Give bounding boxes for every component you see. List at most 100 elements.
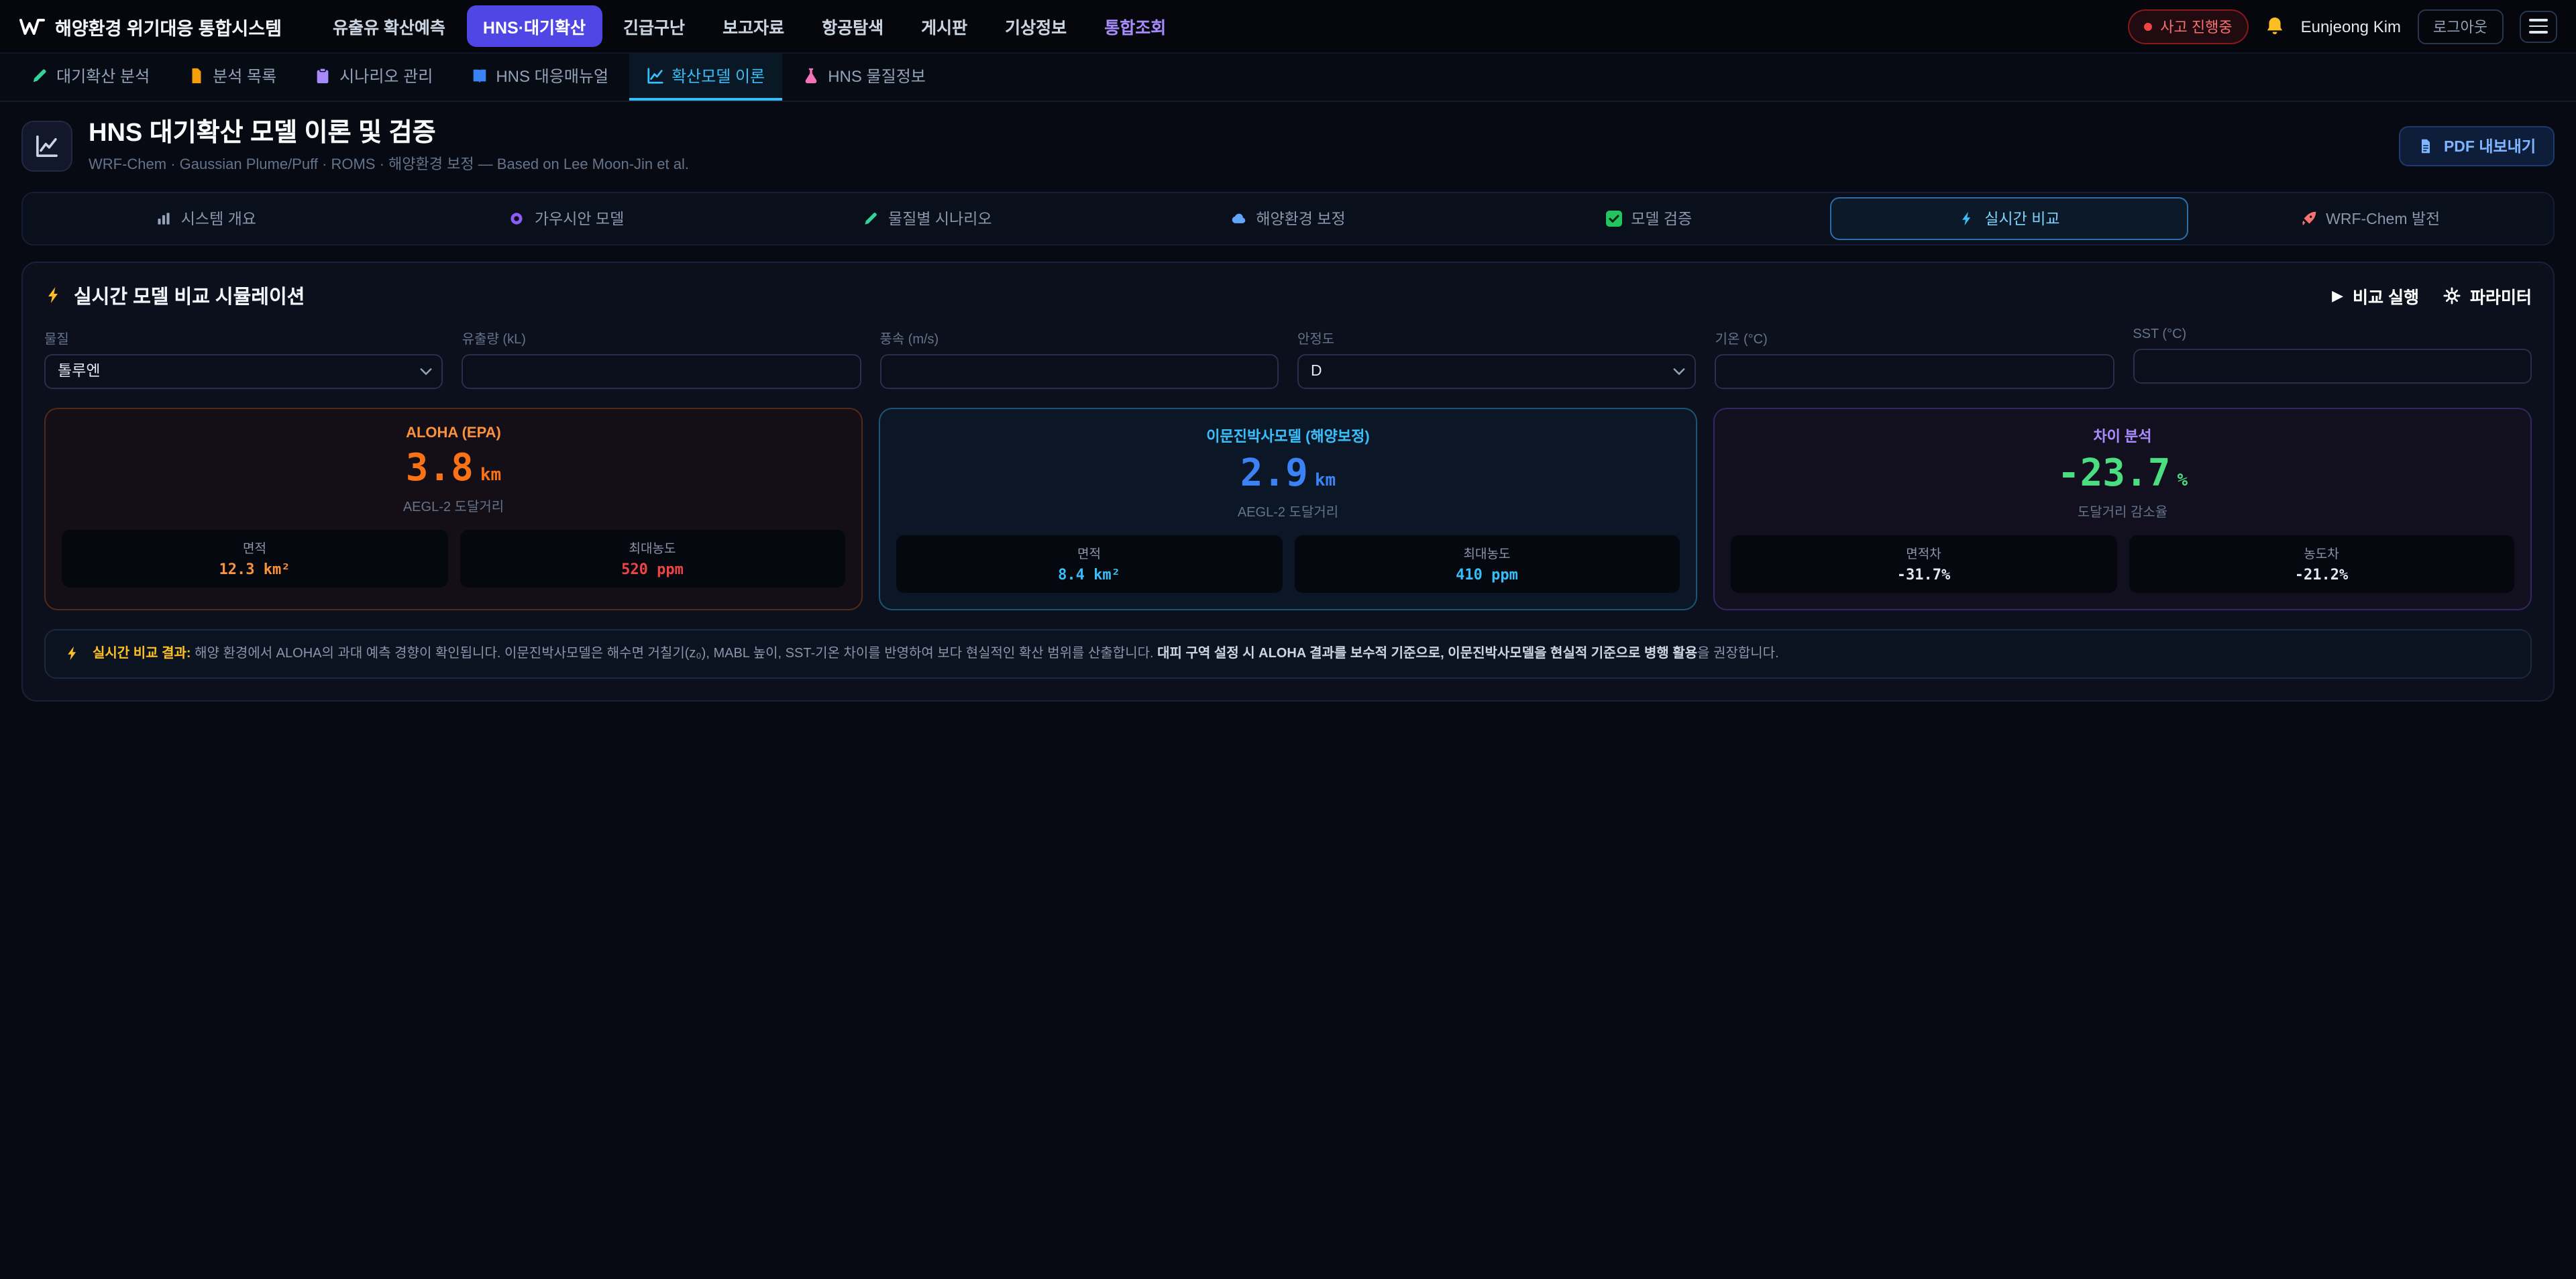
subtab-label: 분석 목록 [213, 64, 276, 87]
nav-item-board[interactable]: 게시판 [905, 5, 983, 47]
field-label: 풍속 (m/s) [879, 327, 1279, 347]
card-unit: % [2177, 471, 2188, 491]
subtab-label: HNS 대응매뉴얼 [496, 64, 608, 87]
field-label: 유출량 (kL) [462, 327, 861, 347]
nav-item-integrated-search[interactable]: 통합조회 [1088, 5, 1182, 47]
run-comparison-button[interactable]: ▶ 비교 실행 [2332, 283, 2419, 309]
tab-realtime-comparison[interactable]: 실시간 비교 [1831, 197, 2189, 240]
sst-input[interactable] [2133, 349, 2532, 384]
page-header: HNS 대기확산 모델 이론 및 검증 WRF-Chem · Gaussian … [0, 102, 2576, 189]
field-substance: 물질 톨루엔 [44, 327, 443, 389]
pdf-file-icon [2418, 139, 2434, 155]
status-dot-icon [2144, 22, 2152, 30]
stability-select[interactable]: D [1297, 354, 1697, 389]
chart-icon [35, 135, 59, 159]
notifications-bell-icon[interactable] [2265, 16, 2285, 36]
document-icon [187, 67, 205, 85]
card-lee-model: 이문진박사모델 (해양보정) 2.9km AEGL-2 도달거리 면적 8.4 … [879, 408, 1697, 610]
logout-button[interactable]: 로그아웃 [2417, 9, 2504, 44]
app-root: 해양환경 위기대응 통합시스템 유출유 확산예측 HNS·대기확산 긴급구난 보… [0, 0, 2576, 1279]
subtab-diffusion-model-theory[interactable]: 확산모델 이론 [629, 54, 782, 101]
card-metrics: 면적 12.3 km² 최대농도 520 ppm [62, 529, 845, 587]
tab-wrf-chem-development[interactable]: WRF-Chem 발전 [2191, 197, 2549, 240]
circle-icon [509, 211, 525, 227]
card-title: 차이 분석 [1731, 425, 2514, 447]
main-nav: 유출유 확산예측 HNS·대기확산 긴급구난 보고자료 항공탐색 게시판 기상정… [317, 5, 1182, 47]
tab-label: 물질별 시나리오 [888, 208, 992, 229]
parameters-label: 파라미터 [2470, 283, 2532, 309]
lightning-bolt-icon [44, 286, 63, 305]
subtab-atmospheric-analysis[interactable]: 대기확산 분석 [13, 54, 167, 101]
tab-marine-environment-correction[interactable]: 해양환경 보정 [1109, 197, 1467, 240]
nav-item-reports[interactable]: 보고자료 [706, 5, 800, 47]
top-navbar: 해양환경 위기대응 통합시스템 유출유 확산예측 HNS·대기확산 긴급구난 보… [0, 0, 2576, 54]
panel-actions: ▶ 비교 실행 파라미터 [2332, 283, 2532, 309]
rocket-icon [2300, 211, 2316, 227]
tab-system-overview[interactable]: 시스템 개요 [27, 197, 385, 240]
pencil-icon [863, 211, 879, 227]
nav-item-weather-info[interactable]: 기상정보 [989, 5, 1083, 47]
metric-value: 410 ppm [1299, 565, 1674, 583]
field-stability: 안정도 D [1297, 327, 1697, 389]
tab-label: 모델 검증 [1631, 208, 1692, 229]
section-tab-bar: 시스템 개요 가우시안 모델 물질별 시나리오 해양환경 보정 모델 검증 실시… [21, 192, 2555, 245]
spill-volume-input[interactable] [462, 354, 861, 389]
field-wind-speed: 풍속 (m/s) [879, 327, 1279, 389]
nav-item-aerial-search[interactable]: 항공탐색 [806, 5, 900, 47]
metric-max-concentration: 최대농도 410 ppm [1294, 535, 1680, 592]
metric-value: 8.4 km² [902, 565, 1277, 583]
subtab-analysis-list[interactable]: 분석 목록 [170, 54, 294, 101]
wind-speed-input[interactable] [879, 354, 1279, 389]
air-temperature-input[interactable] [1715, 354, 2114, 389]
tab-model-validation[interactable]: 모델 검증 [1470, 197, 1828, 240]
field-label: 물질 [44, 327, 443, 347]
nav-item-oil-spill[interactable]: 유출유 확산예측 [317, 5, 462, 47]
tab-substance-scenarios[interactable]: 물질별 시나리오 [748, 197, 1106, 240]
flask-icon [802, 67, 820, 85]
note-tail: 을 권장합니다. [1697, 646, 1779, 661]
user-name: Eunjeong Kim [2301, 17, 2401, 36]
card-title: ALOHA (EPA) [62, 425, 845, 441]
subtab-hns-manual[interactable]: HNS 대응매뉴얼 [453, 54, 626, 101]
field-label: SST (°C) [2133, 327, 2532, 342]
metric-area: 면적 8.4 km² [896, 535, 1282, 592]
panel-title-text: 실시간 모델 비교 시뮬레이션 [74, 282, 305, 310]
check-square-icon [1605, 211, 1621, 227]
card-caption: AEGL-2 도달거리 [896, 500, 1680, 520]
sub-navbar: 대기확산 분석 분석 목록 시나리오 관리 HNS 대응매뉴얼 확산모델 이론 … [0, 54, 2576, 102]
pencil-icon [31, 67, 48, 85]
parameters-button[interactable]: 파라미터 [2443, 283, 2532, 309]
card-value: -23.7% [1731, 453, 2514, 495]
bar-chart-icon [156, 211, 172, 227]
menu-button[interactable] [2520, 10, 2557, 42]
nav-item-emergency-rescue[interactable]: 긴급구난 [607, 5, 701, 47]
metric-label: 면적 [902, 543, 1277, 561]
tab-label: 시스템 개요 [181, 208, 256, 229]
subtab-hns-substance-info[interactable]: HNS 물질정보 [785, 54, 943, 101]
card-metrics: 면적차 -31.7% 농도차 -21.2% [1731, 535, 2514, 592]
card-unit: km [1315, 471, 1336, 491]
tab-gaussian-model[interactable]: 가우시안 모델 [388, 197, 746, 240]
metric-label: 농도차 [2134, 543, 2509, 561]
subtab-label: 시나리오 관리 [339, 64, 433, 87]
subtab-label: 확산모델 이론 [672, 64, 765, 87]
card-unit: km [480, 465, 501, 486]
metric-value: 520 ppm [465, 560, 840, 577]
page-header-text: HNS 대기확산 모델 이론 및 검증 WRF-Chem · Gaussian … [89, 119, 689, 174]
metric-area: 면적 12.3 km² [62, 529, 447, 587]
gear-icon [2443, 287, 2461, 304]
field-label: 안정도 [1297, 327, 1697, 347]
metric-value: 12.3 km² [67, 560, 442, 577]
substance-select[interactable]: 톨루엔 [44, 354, 443, 389]
lightning-bolt-icon [1959, 211, 1975, 227]
tab-label: 실시간 비교 [1984, 208, 2059, 229]
tab-label: 해양환경 보정 [1256, 208, 1345, 229]
logo[interactable]: 해양환경 위기대응 통합시스템 [19, 13, 282, 40]
metric-max-concentration: 최대농도 520 ppm [460, 529, 845, 587]
realtime-comparison-panel: 실시간 모델 비교 시뮬레이션 ▶ 비교 실행 파라미터 물질 톨루엔 [21, 262, 2555, 702]
page-subtitle: WRF-Chem · Gaussian Plume/Puff · ROMS · … [89, 153, 689, 174]
nav-item-hns-atmospheric[interactable]: HNS·대기확산 [467, 5, 602, 47]
pdf-export-button[interactable]: PDF 내보내기 [2400, 127, 2555, 167]
lightning-bolt-icon [64, 645, 80, 661]
subtab-scenario-management[interactable]: 시나리오 관리 [297, 54, 450, 101]
